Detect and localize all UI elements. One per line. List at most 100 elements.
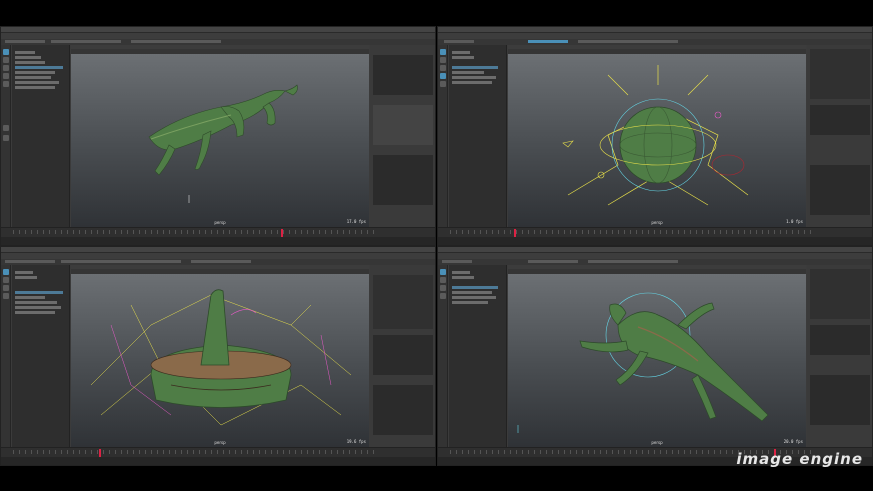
camera-label: persp <box>651 220 663 225</box>
watermark-logo: image engine <box>736 450 863 468</box>
list-item[interactable] <box>15 291 63 294</box>
select-tool-icon[interactable] <box>440 49 446 55</box>
time-cursor[interactable] <box>99 449 101 457</box>
maya-window-ball: persp 1.0 fps <box>437 26 873 246</box>
attribute-editor <box>370 45 435 227</box>
fps-readout: 17.0 fps <box>346 219 366 224</box>
channel-list[interactable] <box>810 269 870 319</box>
select-tool-icon[interactable] <box>3 49 9 55</box>
channel-box <box>373 155 433 205</box>
select-tool-icon[interactable] <box>3 269 9 275</box>
time-slider[interactable] <box>438 227 872 237</box>
list-item[interactable] <box>15 76 51 79</box>
toolbox <box>438 265 448 447</box>
outliner-panel <box>449 265 507 447</box>
list-item[interactable] <box>15 66 63 69</box>
command-line[interactable] <box>1 237 435 245</box>
list-item[interactable] <box>452 56 474 59</box>
list-item[interactable] <box>15 276 37 279</box>
move-tool-icon[interactable] <box>440 285 446 291</box>
fps-readout: 19.6 fps <box>346 439 366 444</box>
list-item[interactable] <box>452 276 474 279</box>
list-item[interactable] <box>15 306 61 309</box>
attribute-block <box>373 55 433 95</box>
viewport-persp[interactable]: persp 1.0 fps <box>508 45 806 227</box>
select-tool-icon[interactable] <box>440 269 446 275</box>
lizard-model[interactable] <box>71 45 369 227</box>
outliner-panel <box>12 265 70 447</box>
list-item[interactable] <box>15 51 35 54</box>
time-cursor[interactable] <box>514 229 516 237</box>
rotate-tool-icon[interactable] <box>3 293 9 299</box>
camera-label: persp <box>651 440 663 445</box>
list-item[interactable] <box>452 296 496 299</box>
list-item[interactable] <box>15 56 41 59</box>
maya-window-shell: persp 19.6 fps <box>0 246 436 466</box>
time-cursor[interactable] <box>281 229 283 237</box>
command-line[interactable] <box>1 457 435 465</box>
list-item[interactable] <box>452 51 470 54</box>
rotate-tool-icon[interactable] <box>440 73 446 79</box>
viewport-persp[interactable]: persp 19.6 fps <box>71 265 369 447</box>
command-line[interactable] <box>438 237 872 245</box>
layout-icon[interactable] <box>3 125 9 131</box>
rotate-tool-icon[interactable] <box>440 293 446 299</box>
attribute-block <box>810 325 870 355</box>
lasso-tool-icon[interactable] <box>3 277 9 283</box>
toolbox <box>1 265 11 447</box>
list-item[interactable] <box>452 301 488 304</box>
list-item[interactable] <box>452 71 484 74</box>
list-item[interactable] <box>15 61 45 64</box>
scale-tool-icon[interactable] <box>3 81 9 87</box>
fps-readout: 1.0 fps <box>786 219 803 224</box>
ball-rig-model[interactable] <box>508 45 806 227</box>
list-item[interactable] <box>452 291 492 294</box>
layer-editor <box>373 385 433 435</box>
time-slider[interactable] <box>1 227 435 237</box>
attribute-block <box>810 105 870 135</box>
maya-window-frog: persp 20.0 fps <box>437 246 873 466</box>
channel-list[interactable] <box>373 275 433 329</box>
list-item[interactable] <box>15 86 55 89</box>
list-item[interactable] <box>452 66 498 69</box>
maya-window-lizard: persp 17.0 fps <box>0 26 436 246</box>
list-item[interactable] <box>15 71 55 74</box>
channel-list[interactable] <box>810 49 870 99</box>
toolbox <box>1 45 11 227</box>
toolbox <box>438 45 448 227</box>
lasso-tool-icon[interactable] <box>440 57 446 63</box>
attribute-editor <box>370 265 435 447</box>
move-tool-icon[interactable] <box>3 285 9 291</box>
list-item[interactable] <box>15 271 33 274</box>
list-item[interactable] <box>452 76 496 79</box>
rotate-tool-icon[interactable] <box>3 73 9 79</box>
viewport-persp[interactable]: persp 20.0 fps <box>508 265 806 447</box>
frog-model[interactable] <box>508 265 806 447</box>
layer-editor <box>810 375 870 425</box>
list-item[interactable] <box>452 286 498 289</box>
layer-editor <box>810 165 870 215</box>
lasso-tool-icon[interactable] <box>440 277 446 283</box>
time-slider[interactable] <box>1 447 435 457</box>
move-tool-icon[interactable] <box>440 65 446 71</box>
channel-box <box>807 265 872 447</box>
shell-model[interactable] <box>71 265 369 447</box>
outliner-panel <box>12 45 70 227</box>
move-tool-icon[interactable] <box>3 65 9 71</box>
scale-tool-icon[interactable] <box>440 81 446 87</box>
list-item[interactable] <box>15 296 45 299</box>
four-pane-grid: persp 17.0 fps persp 1.0 fps persp 19.6 … <box>0 26 873 466</box>
layout-icon[interactable] <box>3 135 9 141</box>
list-item[interactable] <box>15 81 59 84</box>
list-item[interactable] <box>15 301 57 304</box>
viewport-persp[interactable]: persp 17.0 fps <box>71 45 369 227</box>
list-item[interactable] <box>452 81 492 84</box>
camera-label: persp <box>214 220 226 225</box>
channel-box <box>807 45 872 227</box>
list-item[interactable] <box>15 311 55 314</box>
lasso-tool-icon[interactable] <box>3 57 9 63</box>
attribute-block <box>373 335 433 375</box>
list-item[interactable] <box>452 271 470 274</box>
screen: persp 17.0 fps persp 1.0 fps persp 19.6 … <box>0 0 873 491</box>
outliner-panel <box>449 45 507 227</box>
